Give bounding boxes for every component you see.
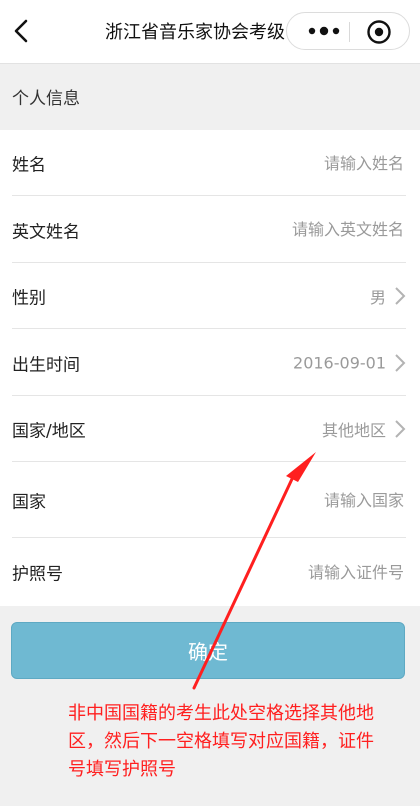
passport-label: 护照号: [12, 564, 63, 585]
birth-date-label: 出生时间: [12, 355, 80, 375]
annotation-note: 非中国国籍的考生此处空格选择其他地区，然后下一空格填写对应国籍，证件号填写护照号: [68, 703, 374, 780]
english-name-row: 英文姓名: [0, 196, 420, 263]
page-title: 浙江省音乐家协会考级: [105, 22, 285, 43]
name-input[interactable]: [204, 148, 404, 178]
country-input[interactable]: [204, 485, 404, 515]
region-row[interactable]: 国家/地区 其他地区: [0, 396, 420, 462]
gender-row[interactable]: 性别 男: [0, 263, 420, 329]
region-label: 国家/地区: [12, 421, 86, 442]
chevron-right-icon: [395, 287, 406, 305]
chevron-right-icon: [395, 420, 406, 438]
gender-value[interactable]: 男: [370, 284, 386, 308]
country-label: 国家: [12, 492, 46, 513]
personal-info-form: 姓名 英文姓名 性别 男 出生时间 2016-09-01 国家/地区 其他地区 …: [0, 130, 420, 606]
english-name-input[interactable]: [204, 214, 404, 245]
english-name-label: 英文姓名: [12, 222, 80, 242]
birth-date-row[interactable]: 出生时间 2016-09-01: [0, 329, 420, 396]
confirm-button[interactable]: 确定: [11, 622, 405, 679]
more-dots-icon[interactable]: [303, 21, 345, 41]
passport-input[interactable]: [204, 557, 404, 587]
gender-label: 性别: [12, 288, 46, 309]
section-header: 个人信息: [0, 64, 420, 130]
chevron-right-icon: [395, 353, 406, 372]
mini-program-capsule: [286, 12, 410, 50]
navigation-bar: 浙江省音乐家协会考级: [0, 0, 420, 64]
target-close-icon[interactable]: [365, 18, 393, 46]
name-label: 姓名: [12, 155, 46, 176]
birth-date-value[interactable]: 2016-09-01: [293, 353, 386, 372]
section-title: 个人信息: [12, 89, 80, 109]
passport-row: 护照号: [0, 538, 420, 606]
country-row: 国家: [0, 462, 420, 538]
capsule-divider: [349, 22, 350, 42]
name-row: 姓名: [0, 130, 420, 196]
back-chevron-icon[interactable]: [6, 14, 40, 48]
region-value[interactable]: 其他地区: [322, 417, 386, 441]
